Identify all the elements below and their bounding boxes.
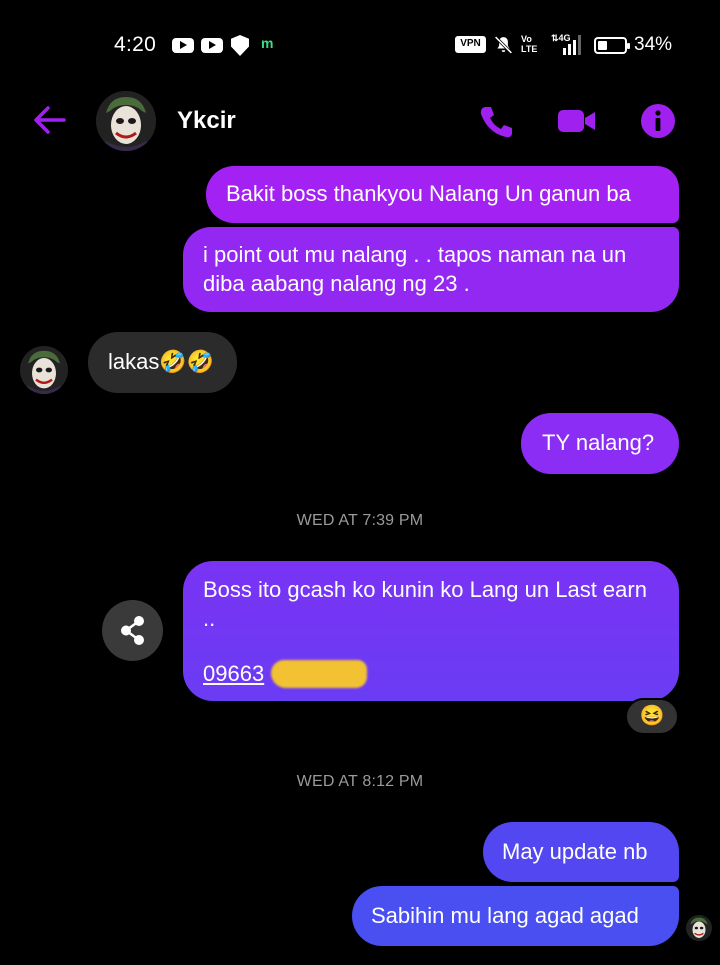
share-icon [121, 616, 144, 645]
incoming-message[interactable]: lakas🤣🤣 [88, 332, 237, 393]
message-reaction[interactable]: 😆 [625, 698, 679, 735]
message-timestamp: WED AT 8:12 PM [296, 773, 424, 790]
vpn-icon: VPN [455, 36, 486, 53]
status-bar: 4:20 m VPN Vo LTE ⇅4G 34% [0, 0, 720, 88]
svg-text:⇅4G: ⇅4G [551, 33, 571, 43]
contact-name[interactable]: Ykcir [177, 107, 236, 135]
video-camera-icon[interactable] [556, 102, 596, 140]
outgoing-message[interactable]: Bakit boss thankyou Nalang Un ganun ba [206, 166, 679, 223]
outgoing-message[interactable]: TY nalang? [521, 413, 679, 474]
outgoing-message[interactable]: Boss ito gcash ko kunin ko Lang un Last … [183, 561, 679, 701]
phone-icon[interactable] [476, 102, 516, 140]
back-arrow-icon[interactable] [28, 102, 68, 138]
battery-percent: 34% [634, 34, 673, 55]
shield-icon [231, 35, 249, 56]
status-time: 4:20 [114, 33, 157, 56]
seen-avatar [686, 915, 712, 941]
youtube-icon [201, 38, 223, 53]
redaction-mark [271, 660, 367, 688]
battery-icon [594, 37, 630, 54]
signal-icon: ⇅4G [551, 33, 581, 55]
volte-icon: Vo LTE [521, 34, 538, 54]
contact-avatar-small[interactable] [20, 346, 68, 394]
outgoing-message[interactable]: Sabihin mu lang agad agad [352, 886, 679, 946]
share-button[interactable] [102, 600, 163, 661]
youtube-icon [172, 38, 194, 53]
mute-bell-icon [494, 36, 513, 54]
outgoing-message[interactable]: i point out mu nalang . . tapos naman na… [183, 227, 679, 312]
contact-avatar[interactable] [96, 91, 156, 151]
chat-header: Ykcir [0, 88, 720, 154]
message-text: Boss ito gcash ko kunin ko Lang un Last … [203, 577, 647, 631]
phone-number-link[interactable]: 09663 [203, 659, 264, 688]
outgoing-message[interactable]: May update nb [483, 822, 679, 882]
messenger-m-icon: m [261, 35, 274, 51]
message-timestamp: WED AT 7:39 PM [296, 512, 424, 529]
info-icon[interactable] [638, 102, 678, 140]
